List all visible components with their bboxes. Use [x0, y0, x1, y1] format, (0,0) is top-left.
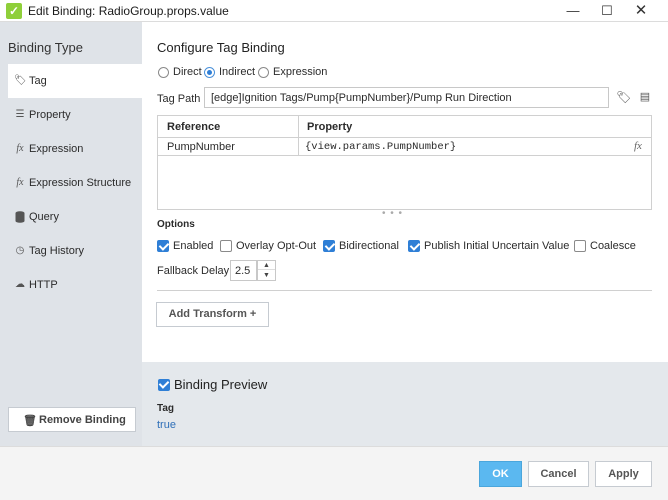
app-logo-icon: ✓ [6, 3, 22, 19]
tag-path-label: Tag Path [157, 93, 201, 105]
cloud-icon: ☁ [15, 279, 25, 290]
database-icon [14, 211, 26, 223]
window-title: Edit Binding: RadioGroup.props.value [28, 4, 229, 18]
binding-preview-checkbox[interactable] [158, 379, 170, 391]
fx-icon[interactable]: fx [634, 140, 642, 152]
radio-label: Direct [173, 66, 202, 78]
list-icon: ☰ [15, 109, 25, 120]
apply-button[interactable]: Apply [595, 461, 652, 487]
fallback-delay-label: Fallback Delay [157, 265, 230, 277]
sidebar-item-label: Expression [29, 143, 84, 155]
sidebar-item-label: Tag [29, 75, 47, 87]
fallback-delay-input[interactable]: 2.5 [230, 260, 257, 281]
sidebar-item-query[interactable]: Query [8, 200, 142, 234]
maximize-button[interactable]: ☐ [590, 0, 624, 22]
radio-label: Indirect [219, 66, 256, 78]
clock-icon: ◷ [15, 245, 25, 256]
sidebar-item-label: HTTP [29, 279, 58, 291]
tag-icon[interactable]: 🏷 [616, 90, 631, 104]
minimize-button[interactable]: — [556, 0, 590, 22]
add-transform-button[interactable]: Add Transform + [156, 302, 269, 327]
table-row[interactable]: PumpNumber {view.params.PumpNumber} fx [158, 138, 651, 156]
tag-icon: 🏷 [14, 75, 27, 86]
checkbox-box-icon [574, 240, 586, 252]
binding-preview-panel: Binding Preview Tag true [142, 362, 668, 446]
radio-circle-icon [204, 67, 215, 78]
close-button[interactable]: ✕ [624, 0, 658, 22]
checkbox-box-icon [323, 240, 335, 252]
sidebar-heading: Binding Type [8, 40, 83, 55]
table-header: Reference Property [158, 116, 651, 138]
checkbox-label: Bidirectional [339, 240, 399, 252]
sidebar-item-http[interactable]: ☁ HTTP [8, 268, 142, 302]
ok-button[interactable]: OK [479, 461, 522, 487]
chevron-down-icon[interactable]: ▼ [258, 271, 275, 280]
dialog-footer: OK Cancel Apply [0, 446, 668, 500]
remove-binding-button[interactable]: 🗑 Remove Binding [8, 407, 136, 432]
checkbox-box-icon [157, 240, 169, 252]
checkbox-label: Enabled [173, 240, 214, 252]
preview-value: true [157, 419, 176, 431]
fx-icon: fx [16, 143, 24, 154]
config-title: Configure Tag Binding [157, 40, 285, 55]
chevron-up-icon[interactable]: ▲ [258, 261, 275, 270]
sidebar-item-expression[interactable]: fx Expression [8, 132, 142, 166]
sidebar-item-label: Property [29, 109, 71, 121]
binding-type-sidebar: Binding Type 🏷 Tag ☰ Property fx Express… [0, 22, 142, 446]
sidebar-item-tag-history[interactable]: ◷ Tag History [8, 234, 142, 268]
trash-icon: 🗑 [23, 415, 37, 427]
reference-table: Reference Property PumpNumber {view.para… [157, 115, 652, 210]
checkbox-label: Publish Initial Uncertain Value [424, 240, 570, 252]
checkbox-label: Overlay Opt-Out [236, 240, 317, 252]
sidebar-item-label: Expression Structure [29, 177, 132, 189]
sidebar-item-label: Query [29, 211, 59, 223]
tag-browser-icon[interactable]: ▤ [638, 90, 652, 104]
reference-cell[interactable]: PumpNumber [167, 141, 235, 153]
sidebar-item-expression-structure[interactable]: fx Expression Structure [8, 166, 142, 200]
preview-tag-label: Tag [157, 403, 175, 414]
column-divider [298, 116, 299, 156]
checkbox-box-icon [220, 240, 232, 252]
radio-circle-icon [158, 67, 169, 78]
fx-icon: fx [16, 177, 24, 188]
divider [157, 290, 652, 291]
binding-preview-title: Binding Preview [174, 377, 268, 392]
radio-label: Expression [273, 66, 328, 78]
checkbox-label: Coalesce [590, 240, 636, 252]
tag-path-input[interactable]: [edge]Ignition Tags/Pump{PumpNumber}/Pum… [204, 87, 609, 108]
fallback-delay-stepper[interactable]: ▲ ▼ [257, 260, 276, 281]
sidebar-item-label: Tag History [29, 245, 85, 257]
column-header-property: Property [307, 121, 353, 133]
sidebar-item-tag[interactable]: 🏷 Tag [8, 64, 142, 98]
radio-circle-icon [258, 67, 269, 78]
title-bar: ✓ Edit Binding: RadioGroup.props.value —… [0, 0, 668, 22]
checkbox-box-icon [408, 240, 420, 252]
column-header-reference: Reference [167, 121, 221, 133]
resize-handle[interactable]: • • • [382, 208, 403, 219]
options-label: Options [157, 219, 195, 230]
cancel-button[interactable]: Cancel [528, 461, 589, 487]
remove-binding-label: Remove Binding [39, 414, 126, 426]
sidebar-item-property[interactable]: ☰ Property [8, 98, 142, 132]
config-panel: Configure Tag Binding Direct Indirect Ex… [142, 22, 668, 362]
property-cell[interactable]: {view.params.PumpNumber} [305, 141, 456, 153]
